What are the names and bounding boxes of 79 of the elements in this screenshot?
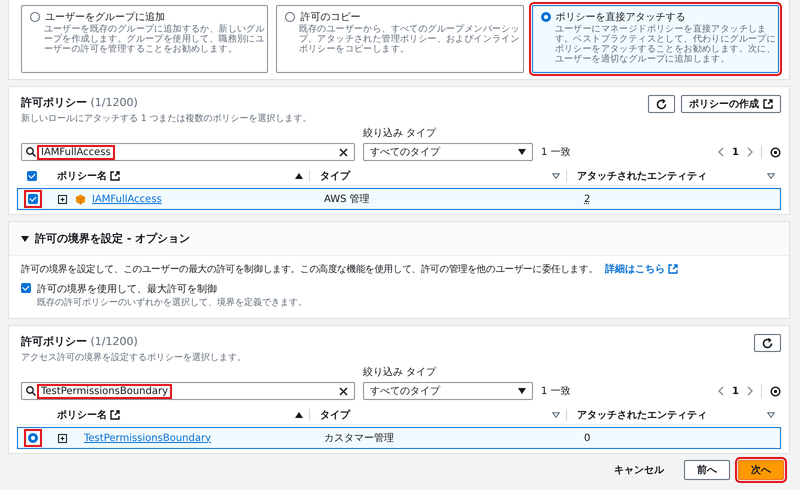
refresh-button[interactable] (754, 334, 781, 352)
sort-icon[interactable] (767, 412, 775, 418)
settings-icon[interactable] (770, 146, 781, 158)
refresh-icon (656, 98, 667, 110)
option-card[interactable]: ユーザーをグループに追加 ユーザーを既存のグループに追加するか、新しいグループを作成します。グループを使用して、職務別にユーザーの許可を管理することをお勧めします。 (21, 5, 268, 73)
column-header[interactable]: タイプ (320, 408, 350, 422)
panel-title: 許可ポリシー (1/1200) (21, 95, 139, 110)
type-filter-dropdown[interactable]: すべてのタイプ (363, 143, 533, 161)
expand-icon[interactable] (58, 194, 67, 204)
option-title: 許可のコピー (300, 10, 360, 24)
clear-icon[interactable] (339, 386, 348, 396)
sort-icon[interactable] (552, 412, 560, 418)
next-page-icon[interactable] (747, 147, 753, 157)
caret-icon (518, 149, 526, 155)
previous-page-icon[interactable] (718, 147, 724, 157)
option-title: ユーザーをグループに追加 (45, 10, 165, 24)
policy-name-link[interactable]: IAMFullAccess (92, 194, 162, 204)
option-card[interactable]: 許可のコピー 既存のユーザーから、すべてのグループメンバーシップ、アタッチされた管理ポリシー、およびインラインポリシーをコピーします。 (276, 5, 524, 73)
search-field[interactable]: IAMFullAccess (21, 143, 355, 161)
cancel-button[interactable]: キャンセル (602, 460, 676, 480)
column-header[interactable]: タイプ (320, 169, 350, 183)
table-row[interactable]: TestPermissionsBoundary カスタマー管理 0 (17, 427, 781, 449)
panel-title: 許可ポリシー (1/1200) (21, 334, 139, 349)
checkbox-label: 許可の境界を使用して、最大許可を制御 (37, 282, 218, 296)
search-icon (26, 386, 36, 396)
clear-icon[interactable] (339, 148, 348, 156)
learn-more-link[interactable]: 詳細はこちら (605, 262, 678, 276)
refresh-button[interactable] (648, 95, 675, 113)
column-header[interactable]: アタッチされたエンティティ (577, 408, 707, 422)
refresh-icon (762, 338, 773, 348)
external-link-icon (668, 264, 678, 274)
panel-subtitle: 新しいロールにアタッチする 1 つまたは複数のポリシーを選択します。 (21, 112, 312, 125)
page-number[interactable]: 1 (732, 146, 739, 158)
option-title: ポリシーを直接アタッチする (556, 10, 686, 24)
next-page-icon[interactable] (747, 386, 753, 396)
table-row[interactable]: IAMFullAccess AWS 管理 2 (17, 188, 781, 210)
checkbox[interactable] (27, 171, 37, 181)
filter-label: 絞り込み タイプ (363, 126, 438, 140)
entity-count-link[interactable]: 2 (584, 194, 590, 204)
create-policy-button[interactable]: ポリシーの作成 (681, 95, 781, 113)
table-cell: 0 (584, 432, 590, 444)
section-title[interactable]: 許可の境界を設定 - オプション (35, 231, 190, 246)
checkbox[interactable] (21, 283, 31, 293)
option-description: ユーザーを既存のグループに追加するか、新しいグループを作成します。グループを使用して、職務別にユーザーの許可を管理することをお勧めします。 (42, 24, 266, 54)
column-header[interactable]: アタッチされたエンティティ (577, 169, 707, 183)
panel-subtitle: アクセス許可の境界を設定するポリシーを選択します。 (21, 352, 247, 364)
search-field[interactable]: TestPermissionsBoundary (21, 382, 355, 400)
sort-icon[interactable] (552, 173, 560, 179)
sort-ascending-icon[interactable] (295, 173, 303, 179)
radio-button[interactable] (285, 12, 296, 22)
filter-label: 絞り込み タイプ (363, 366, 438, 379)
option-description: 既存のユーザーから、すべてのグループメンバーシップ、アタッチされた管理ポリシー、およびインラインポリシーをコピーします。 (298, 24, 521, 54)
column-header[interactable]: ポリシー名 (57, 408, 120, 422)
type-filter-dropdown[interactable]: すべてのタイプ (363, 382, 533, 400)
next-button[interactable]: 次へ (738, 460, 784, 480)
previous-button[interactable]: 前へ (684, 460, 730, 480)
search-icon (26, 147, 36, 157)
radio-button[interactable] (30, 12, 40, 22)
caret-icon (518, 388, 526, 394)
table-cell-text: AWS 管理 (323, 193, 371, 206)
match-count: 1 一致 (541, 385, 571, 399)
expand-icon[interactable] (58, 434, 67, 442)
section-description: 許可の境界を設定して、このユーザーの最大の許可を制御します。この高度な機能を使用して、許可の管理を他のユーザーに委任します。 (21, 263, 598, 276)
column-header[interactable]: ポリシー名 (57, 169, 120, 183)
checkbox-hint: 既存の許可ポリシーのいずれかを選択して、境界を定義できます。 (37, 296, 307, 309)
radio-button[interactable] (540, 12, 551, 22)
settings-icon[interactable] (770, 386, 781, 396)
option-card[interactable]: ポリシーを直接アタッチする ユーザーにマネージドポリシーを直接アタッチします。ベストプラクティスとして、代わりにグループにポリシーをアタッチすることをお勧めします。次に、ユーザーを適切なグループに追加します。 (532, 5, 779, 73)
page-number[interactable]: 1 (732, 386, 739, 396)
cube-icon (75, 194, 86, 204)
match-count: 1 一致 (541, 146, 571, 160)
previous-page-icon[interactable] (718, 386, 724, 396)
sort-icon[interactable] (767, 173, 775, 179)
policy-name-link[interactable]: TestPermissionsBoundary (84, 432, 211, 444)
sort-ascending-icon[interactable] (295, 412, 303, 418)
caret-down-icon[interactable] (21, 234, 29, 242)
table-cell-text: カスタマー管理 (323, 432, 395, 445)
option-description: ユーザーにマネージドポリシーを直接アタッチします。ベストプラクティスとして、代わりにグループにポリシーをアタッチすることをお勧めします。次に、ユーザーを適切なグループに追加します。 (553, 24, 776, 64)
external-link-icon (763, 99, 773, 109)
